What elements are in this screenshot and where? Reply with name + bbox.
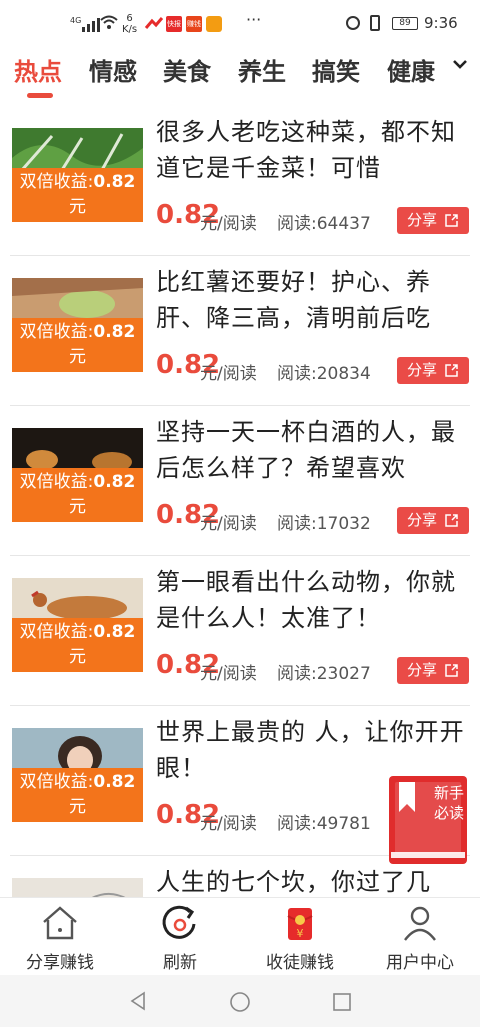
share-icon [445,364,458,377]
food-image [12,278,143,320]
network-speed: 6 K/s [122,13,138,35]
price-unit: 元/阅读 [200,514,257,534]
tab-emotion[interactable]: 情感 [89,52,137,87]
more-notifications-icon: ··· [246,10,262,29]
price-unit: 元/阅读 [200,814,257,834]
read-count: 阅读:17032 [277,514,371,534]
newbie-guide-button[interactable]: 新手 必读 [389,776,467,864]
article-title: 第一眼看出什么动物，你就是什么人！太准了！ [156,568,456,632]
chevron-down-icon[interactable] [450,54,470,74]
vibrate-icon [370,15,380,31]
price-unit: 元/阅读 [200,364,257,384]
clock: 9:36 [424,14,458,32]
newbie-line2: 必读 [434,804,464,822]
share-icon [445,514,458,527]
read-count: 阅读:20834 [277,364,371,384]
article-title: 坚持一天一杯白酒的人，最后怎么样了？希望喜欢 [156,418,456,482]
article-thumbnail: 双倍收益:0.82 元 [12,128,143,222]
tab-hot[interactable]: 热点 [14,52,62,87]
signal-label: 4G [70,16,82,25]
nav-label: 用户中心 [386,953,454,973]
status-bar: 4G 6 K/s 快报 赚钱 ··· 89 9:36 [0,0,480,50]
share-button[interactable]: 分享 [397,507,469,534]
active-tab-indicator [27,93,53,98]
recent-apps-icon[interactable] [332,992,352,1012]
article-item[interactable]: 双倍收益:0.82 元 很多人老吃这种菜，都不知道它是千金菜！可惜 0.82 元/… [0,106,480,256]
article-title: 很多人老吃这种菜，都不知道它是千金菜！可惜 [156,118,456,182]
app-notification-icon [144,17,164,29]
home-circle-icon[interactable] [229,991,251,1013]
alarm-icon [346,16,360,30]
share-icon [445,664,458,677]
nav-label: 收徒赚钱 [266,953,334,973]
drink-image [12,428,143,470]
read-count: 阅读:23027 [277,664,371,684]
double-earnings-badge: 双倍收益:0.82 元 [12,618,143,672]
nav-label: 刷新 [163,953,197,973]
price-unit: 元/阅读 [200,214,257,234]
double-earnings-badge: 双倍收益:0.82 元 [12,468,143,522]
article-item[interactable]: 双倍收益:0.82 元 第一眼看出什么动物，你就是什么人！太准了！ 0.82 元/… [0,556,480,706]
article-thumbnail: 双倍收益:0.82 元 [12,428,143,522]
article-item[interactable]: 双倍收益:0.82 元 坚持一天一杯白酒的人，最后怎么样了？希望喜欢 0.82 元… [0,406,480,556]
read-count: 阅读:64437 [277,214,371,234]
share-button[interactable]: 分享 [397,357,469,384]
double-earnings-badge: 双倍收益:0.82 元 [12,768,143,822]
tab-health[interactable]: 健康 [387,52,435,87]
vegetable-image [12,128,143,170]
share-icon [445,214,458,227]
portrait-image [12,728,143,770]
refresh-icon [162,905,196,939]
article-title: 比红薯还要好！护心、养肝、降三高，清明前后吃 [156,268,431,332]
tab-funny[interactable]: 搞笑 [312,52,360,87]
bottom-navigation: 分享赚钱 刷新 ¥ 收徒赚钱 用户中心 [0,897,480,976]
double-earnings-badge: 双倍收益:0.82 元 [12,318,143,372]
category-tabs: 热点 情感 美食 养生 搞笑 健康 [0,50,480,106]
article-thumbnail: 双倍收益:0.82 元 [12,278,143,372]
double-earnings-badge: 双倍收益:0.82 元 [12,168,143,222]
nav-recruit-earn[interactable]: ¥ 收徒赚钱 [240,898,360,976]
wifi-icon [100,15,118,29]
article-thumbnail: 双倍收益:0.82 元 [12,728,143,822]
article-thumbnail: 双倍收益:0.82 元 [12,578,143,672]
price-unit: 元/阅读 [200,664,257,684]
user-icon [404,906,436,941]
signal-icon [82,18,100,32]
app-badge-icon: 赚钱 [186,16,202,32]
share-button[interactable]: 分享 [397,207,469,234]
newbie-line1: 新手 [434,784,464,802]
article-item[interactable]: 双倍收益:0.82 元 比红薯还要好！护心、养肝、降三高，清明前后吃 0.82 元… [0,256,480,406]
tab-food[interactable]: 美食 [163,52,211,87]
app-badge-icon: 快报 [166,16,182,32]
back-icon[interactable] [128,991,148,1011]
nav-label: 分享赚钱 [26,953,94,973]
home-icon [43,906,77,940]
nav-share-earn[interactable]: 分享赚钱 [0,898,120,976]
red-envelope-icon: ¥ [287,908,313,940]
video-app-icon [206,16,222,32]
read-count: 阅读:49781 [277,814,371,834]
svg-text:¥: ¥ [297,927,304,940]
nav-user-center[interactable]: 用户中心 [360,898,480,976]
battery-icon: 89 [392,17,418,30]
share-button[interactable]: 分享 [397,657,469,684]
nav-refresh[interactable]: 刷新 [120,898,240,976]
system-navigation-bar [0,975,480,1027]
animal-image [12,578,143,620]
tab-wellness[interactable]: 养生 [238,52,286,87]
